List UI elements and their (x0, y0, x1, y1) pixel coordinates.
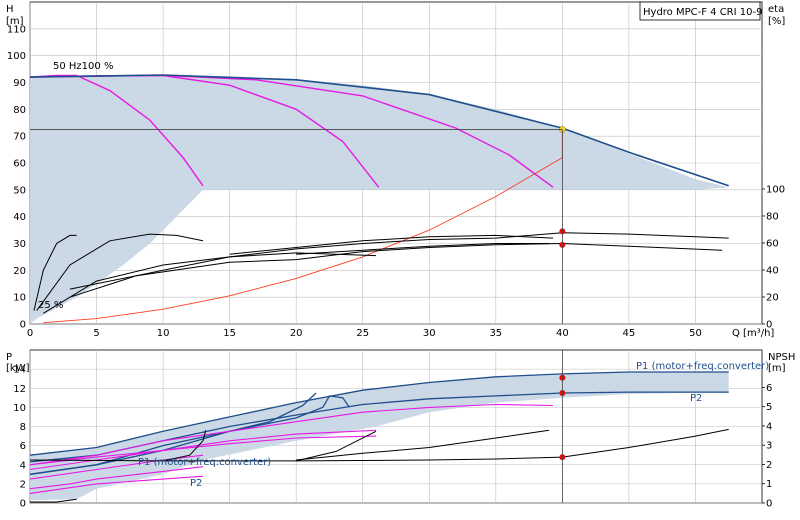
upper-ytick-label: 20 (13, 266, 26, 277)
xtick-label: 25 (356, 328, 369, 339)
lower-ytick-label: 10 (13, 403, 26, 414)
lower-right-tick-label: 3 (766, 441, 772, 452)
chart-title: Hydro MPC-F 4 CRI 10-9 (643, 7, 762, 18)
p2-upper-label: P2 (690, 393, 702, 404)
annotation-min-speed: 25 % (38, 300, 63, 311)
xtick-label: 35 (489, 328, 502, 339)
xtick-label: 15 (223, 328, 236, 339)
xtick-label: 0 (27, 328, 33, 339)
lower-ylabel-right-unit: [m] (768, 363, 786, 374)
upper-right-tick-label: 60 (766, 239, 779, 250)
upper-ytick-label: 40 (13, 212, 26, 223)
upper-chart-panel: 01020304050607080901001100204060801000 5 1… (7, 1, 785, 339)
xtick-label: 45 (623, 328, 636, 339)
upper-ytick-label: 30 (13, 239, 26, 250)
lower-ytick-label: 8 (20, 422, 26, 433)
upper-ytick-label: 50 (13, 185, 26, 196)
upper-ylabel-right-unit: [%] (768, 16, 785, 27)
lower-ytick-label: 2 (20, 479, 26, 490)
lower-ylabel-left: P (6, 352, 12, 363)
upper-ylabel-right: eta (768, 4, 784, 15)
lower-ylabel-right: NPSH (768, 352, 795, 363)
lower-ytick-label: 4 (20, 460, 26, 471)
upper-ytick-label: 70 (13, 132, 26, 143)
xtick-label: 5 (93, 328, 99, 339)
annotation-top-speed: 50 Hz100 % (53, 61, 113, 72)
lower-right-tick-label: 1 (766, 479, 772, 490)
upper-ytick-label: 10 (13, 293, 26, 304)
lower-chart-panel: 024681012140123456 (13, 349, 772, 510)
lower-ytick-label: 0 (20, 499, 26, 510)
upper-ytick-label: 60 (13, 159, 26, 170)
lower-right-tick-label: 2 (766, 460, 772, 471)
lower-right-tick-label: 6 (766, 383, 772, 394)
upper-ylabel-left-unit: [m] (6, 16, 24, 27)
p2-lower-label: P2 (190, 478, 202, 489)
upper-xlabel: Q [m³/h] (732, 328, 774, 339)
lower-right-tick-label: 4 (766, 421, 772, 432)
xtick-label: 10 (157, 328, 170, 339)
upper-right-tick-label: 20 (766, 293, 779, 304)
xtick-label: 30 (423, 328, 436, 339)
upper-right-tick-label: 80 (766, 212, 779, 223)
upper-ytick-label: 0 (20, 320, 26, 331)
chart-canvas: 01020304050607080901001100204060801000 5 1… (6, 1, 795, 510)
lower-ytick-label: 12 (13, 384, 26, 395)
upper-ytick-label: 90 (13, 78, 26, 89)
xtick-label: 50 (689, 328, 702, 339)
upper-ytick-label: 100 (7, 51, 26, 62)
lower-ytick-label: 6 (20, 441, 26, 452)
pump-performance-chart: 0 10 20 30 40 50 60 70 80 90 100 110 0 20 40 60 80 100 0 5 1… (0, 0, 800, 520)
upper-right-tick-label: 40 (766, 266, 779, 277)
lower-right-tick-label: 0 (766, 499, 772, 510)
lower-ylabel-left-unit: [kW] (6, 363, 30, 374)
upper-ytick-label: 80 (13, 105, 26, 116)
xtick-label: 20 (290, 328, 303, 339)
upper-right-tick-label: 100 (766, 185, 785, 196)
p1-upper-label: P1 (motor+freq.converter) (636, 361, 769, 372)
xtick-label: 40 (556, 328, 569, 339)
upper-ylabel-left: H (6, 4, 14, 15)
p1-lower-label: P1 (motor+freq.converter) (138, 457, 271, 468)
lower-right-tick-label: 5 (766, 402, 772, 413)
